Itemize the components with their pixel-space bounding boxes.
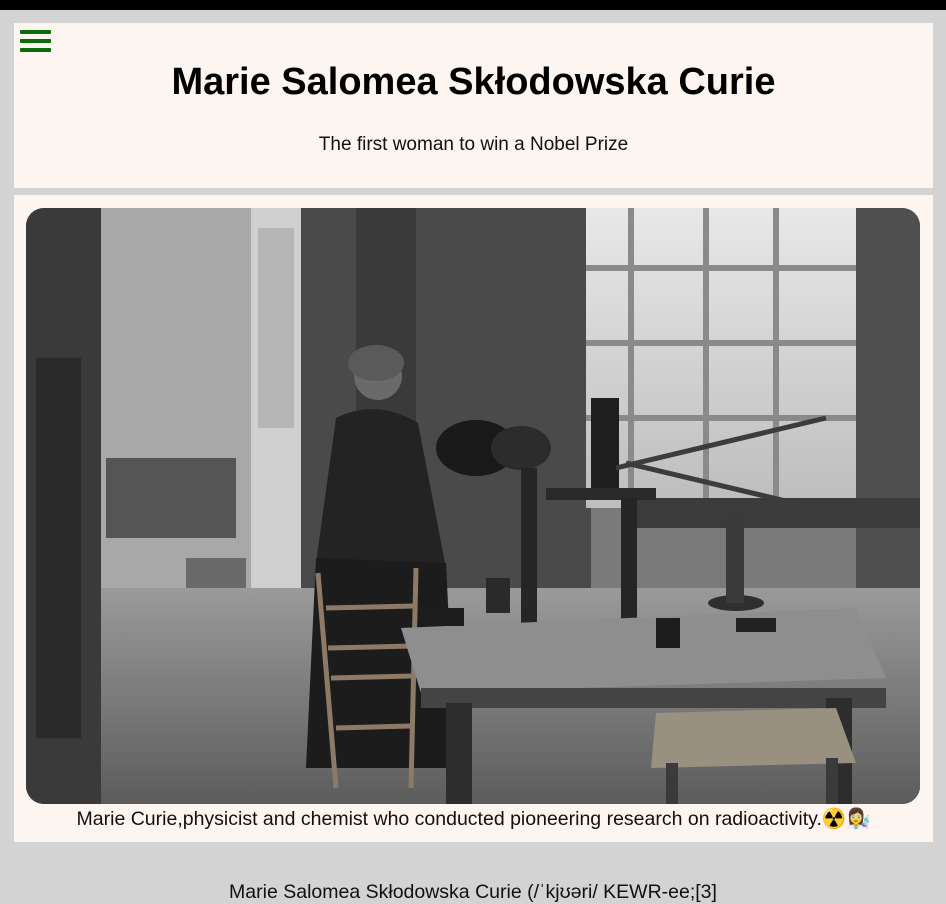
top-bar bbox=[0, 0, 946, 10]
figure-card: Marie Curie,physicist and chemist who co… bbox=[14, 195, 933, 842]
menu-bar-bottom bbox=[20, 48, 51, 52]
hamburger-menu-icon[interactable] bbox=[20, 27, 52, 55]
page-title: Marie Salomea Skłodowska Curie bbox=[171, 61, 776, 103]
header-card: Marie Salomea Skłodowska Curie The first… bbox=[14, 23, 933, 188]
marie-curie-lab-photo bbox=[26, 208, 920, 804]
menu-bar-top bbox=[20, 30, 51, 34]
article-intro-text: Marie Salomea Skłodowska Curie (/ˈkjʊəri… bbox=[229, 880, 717, 903]
menu-bar-middle bbox=[20, 39, 51, 43]
photo-caption: Marie Curie,physicist and chemist who co… bbox=[76, 808, 871, 830]
page-subtitle: The first woman to win a Nobel Prize bbox=[318, 134, 629, 155]
